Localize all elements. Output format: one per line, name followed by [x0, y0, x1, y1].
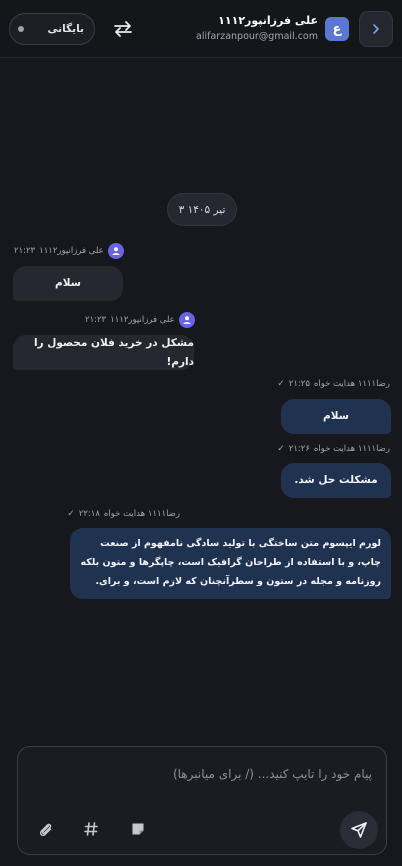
contact-name: علی فرزانپور۱۱۱۲: [218, 14, 318, 27]
message-text: سلام: [323, 410, 349, 422]
message-meta: ۲۱:۲۳ علی فرزانپور۱۱۱۲: [14, 243, 124, 259]
note-button[interactable]: [127, 818, 149, 840]
message-time: ۲۲:۱۸: [78, 509, 100, 519]
message-time: ۲۱:۲۵: [288, 379, 310, 389]
hashtag-icon: [84, 822, 98, 836]
check-icon: ✓: [67, 509, 75, 519]
contact-avatar: ع: [325, 17, 349, 41]
check-icon: ✓: [277, 444, 285, 454]
user-icon: [178, 312, 195, 328]
contact-email: alifarzanpour@gmail.com: [196, 31, 318, 42]
message-sender: رضا۱۱۱۱ هدایت خواه: [103, 509, 180, 519]
message-meta: ✓ ۲۱:۲۵ رضا۱۱۱۱ هدایت خواه: [277, 379, 390, 389]
message-text: مشکلت حل شد.: [294, 474, 378, 486]
message-bubble-incoming[interactable]: سلام: [13, 266, 123, 301]
paperclip-icon: [39, 823, 52, 837]
message-text: مشکل در خرید فلان محصول را دارم!: [33, 336, 194, 368]
message-bubble-incoming[interactable]: مشکل در خرید فلان محصول را دارم!: [13, 335, 194, 370]
send-icon: [351, 822, 367, 838]
message-sender: علی فرزانپور۱۱۱۲: [110, 315, 175, 325]
note-icon: [132, 823, 144, 835]
user-icon: [107, 243, 124, 259]
message-text: لورم ایپسوم متن ساختگی با تولید سادگی نا…: [80, 538, 381, 587]
message-sender: رضا۱۱۱۱ هدایت خواه: [313, 444, 390, 454]
message-bubble-outgoing[interactable]: مشکلت حل شد.: [281, 463, 391, 498]
swap-arrows-icon[interactable]: [112, 18, 134, 40]
status-label: بایگانی: [47, 23, 84, 35]
message-text: سلام: [55, 277, 81, 289]
back-button[interactable]: [359, 11, 393, 47]
message-time: ۲۱:۲۳: [85, 315, 107, 325]
message-meta: ۲۱:۲۳ علی فرزانپور۱۱۱۲: [85, 312, 195, 328]
date-separator: ۳ تیر ۱۴۰۵: [167, 193, 237, 226]
status-dot-icon: [18, 26, 24, 32]
message-sender: رضا۱۱۱۱ هدایت خواه: [313, 379, 390, 389]
message-meta: ✓ ۲۱:۲۶ رضا۱۱۱۱ هدایت خواه: [277, 444, 390, 454]
message-sender: علی فرزانپور۱۱۱۲: [39, 246, 104, 256]
message-composer[interactable]: پیام خود را تایپ کنید... (/ برای میانبره…: [17, 746, 387, 855]
message-meta: ✓ ۲۲:۱۸ رضا۱۱۱۱ هدایت خواه: [67, 509, 180, 519]
send-button[interactable]: [340, 811, 378, 849]
message-time: ۲۱:۲۶: [288, 444, 310, 454]
chat-header: بایگانی علی فرزانپور۱۱۱۲ alifarzanpour@g…: [0, 0, 402, 58]
check-icon: ✓: [277, 379, 285, 389]
message-bubble-outgoing[interactable]: لورم ایپسوم متن ساختگی با تولید سادگی نا…: [70, 528, 391, 599]
attach-button[interactable]: [34, 818, 56, 840]
hashtag-button[interactable]: [80, 818, 102, 840]
archive-status-button[interactable]: بایگانی: [9, 13, 95, 45]
chevron-right-icon: [373, 24, 379, 34]
message-input-placeholder[interactable]: پیام خود را تایپ کنید... (/ برای میانبره…: [173, 767, 372, 781]
message-bubble-outgoing[interactable]: سلام: [281, 399, 391, 434]
message-time: ۲۱:۲۳: [14, 246, 36, 256]
